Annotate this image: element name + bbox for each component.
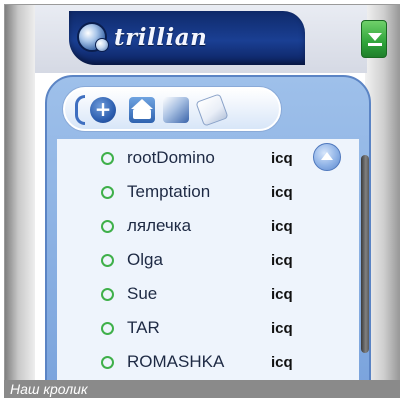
chevron-down-icon xyxy=(368,33,382,41)
contact-name: TAR xyxy=(127,318,160,337)
contact-protocol: icq xyxy=(271,353,293,371)
contact-name: лялечка xyxy=(127,216,192,235)
contact-item[interactable]: ROMASHKA icq xyxy=(57,349,349,375)
contact-item[interactable]: Temptation icq xyxy=(57,179,349,205)
add-contact-button[interactable]: + xyxy=(90,97,116,123)
screenshot-frame: trillian + rootDomino icq Temptation icq… xyxy=(4,4,400,398)
left-window-edge xyxy=(5,5,35,397)
caption-bar: Наш кролик xyxy=(4,380,400,398)
contact-name: Olga xyxy=(127,250,163,269)
note-icon[interactable] xyxy=(195,93,229,127)
contact-protocol: icq xyxy=(271,319,293,337)
contact-protocol: icq xyxy=(271,183,293,201)
scroll-up-button[interactable] xyxy=(313,143,341,171)
contact-name: Temptation xyxy=(127,182,211,201)
online-status-icon xyxy=(101,355,114,369)
contact-item[interactable]: rootDomino icq xyxy=(57,145,349,171)
online-status-icon xyxy=(101,253,114,267)
cube-icon[interactable] xyxy=(163,97,189,123)
contact-protocol: icq xyxy=(271,251,293,269)
online-status-icon xyxy=(101,185,114,199)
contact-item[interactable]: TAR icq xyxy=(57,315,349,341)
caption-text: Наш кролик xyxy=(10,381,88,397)
toolbar-bracket xyxy=(75,95,85,125)
contact-protocol: icq xyxy=(271,217,293,235)
main-menu-button[interactable] xyxy=(361,20,387,58)
contact-protocol: icq xyxy=(271,285,293,303)
logo-banner: trillian xyxy=(69,11,305,65)
contact-item[interactable]: Sue icq xyxy=(57,281,349,307)
scrollbar-thumb[interactable] xyxy=(361,155,369,353)
menu-bar-icon xyxy=(368,43,382,46)
plus-icon: + xyxy=(94,97,112,121)
online-status-icon xyxy=(101,151,114,165)
app-name: trillian xyxy=(114,24,208,51)
trillian-orb-logo-icon xyxy=(77,22,109,52)
contact-name: Sue xyxy=(127,284,158,303)
contact-list-panel: + rootDomino icq Temptation icq лялечка … xyxy=(45,75,371,395)
app-header: trillian xyxy=(35,5,387,73)
panel-toolbar: + xyxy=(63,87,281,131)
contact-name: rootDomino xyxy=(127,148,215,167)
online-status-icon xyxy=(101,287,114,301)
contact-item[interactable]: лялечка icq xyxy=(57,213,349,239)
contact-list: rootDomino icq Temptation icq лялечка ic… xyxy=(57,139,359,395)
contact-protocol: icq xyxy=(271,149,293,167)
contact-name: ROMASHKA xyxy=(127,352,225,371)
online-status-icon xyxy=(101,321,114,335)
contact-item[interactable]: Olga icq xyxy=(57,247,349,273)
online-status-icon xyxy=(101,219,114,233)
home-icon[interactable] xyxy=(129,97,155,123)
